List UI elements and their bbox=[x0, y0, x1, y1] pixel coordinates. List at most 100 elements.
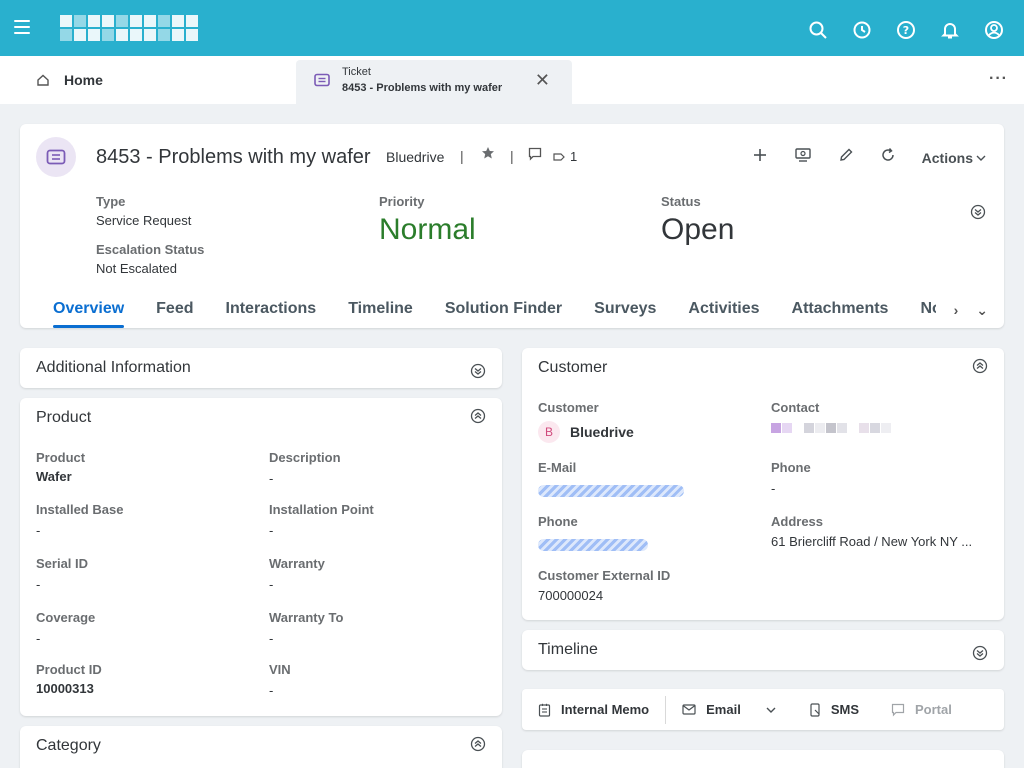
customer-field: Customer B Bluedrive bbox=[538, 400, 634, 443]
status-field: Status Open bbox=[661, 194, 734, 247]
tab-notes[interactable]: Notes bbox=[920, 300, 936, 326]
escalation-field: Escalation Status Not Escalated bbox=[96, 242, 204, 276]
customer-link[interactable]: B Bluedrive bbox=[538, 421, 634, 443]
sms-button[interactable]: SMS bbox=[793, 689, 875, 730]
field-value[interactable]: 10000313 bbox=[36, 681, 102, 696]
field-value[interactable]: Wafer bbox=[36, 469, 85, 484]
product-field-installed-base: Installed Base - bbox=[36, 502, 123, 538]
chat-icon[interactable] bbox=[528, 147, 542, 166]
list-card bbox=[522, 750, 1004, 768]
customer-avatar: B bbox=[538, 421, 560, 443]
tab-interactions[interactable]: Interactions bbox=[226, 300, 317, 326]
refresh-icon[interactable] bbox=[880, 147, 896, 168]
close-icon[interactable]: ✕ bbox=[535, 70, 550, 91]
tabs-overflow-icon[interactable]: ⌄ bbox=[976, 302, 988, 319]
user-icon[interactable] bbox=[982, 18, 1006, 42]
customer-name: Bluedrive bbox=[570, 424, 634, 440]
portal-label: Portal bbox=[914, 702, 952, 717]
field-value: - bbox=[36, 631, 41, 646]
product-field-installation-point: Installation Point - bbox=[269, 502, 374, 538]
ticket-avatar-icon bbox=[36, 137, 76, 177]
more-icon[interactable]: ··· bbox=[989, 70, 1008, 88]
additional-info-card: Additional Information bbox=[20, 348, 502, 388]
star-icon[interactable] bbox=[481, 146, 495, 165]
tab-bar: Home Ticket 8453 - Problems with my wafe… bbox=[0, 56, 1024, 104]
field-value: - bbox=[36, 523, 41, 538]
svg-text:?: ? bbox=[903, 24, 909, 37]
add-icon[interactable] bbox=[752, 147, 768, 168]
shell-bar: ? bbox=[0, 0, 1024, 56]
field-value: - bbox=[269, 523, 274, 538]
actions-label: Actions bbox=[921, 149, 973, 166]
tab-home[interactable]: Home bbox=[36, 56, 103, 104]
tab-overview[interactable]: Overview bbox=[53, 300, 125, 328]
collapse-customer-icon[interactable] bbox=[972, 358, 988, 379]
phone2-label: Phone bbox=[538, 514, 578, 529]
tab-surveys[interactable]: Surveys bbox=[594, 300, 656, 326]
field-value: - bbox=[269, 631, 274, 646]
tab-ticket[interactable]: Ticket 8453 - Problems with my wafer ✕ bbox=[296, 60, 572, 104]
comment-count[interactable]: 1 bbox=[553, 149, 577, 164]
portal-button[interactable]: Portal bbox=[875, 689, 968, 730]
tabs-scroll-right-icon[interactable]: › bbox=[954, 302, 959, 319]
product-field-description: Description - bbox=[269, 450, 341, 486]
comment-count-value: 1 bbox=[570, 149, 578, 164]
customer-label: Customer bbox=[538, 400, 599, 415]
phone-label: Phone bbox=[771, 460, 811, 475]
product-field-vin: VIN - bbox=[269, 662, 291, 698]
tab-activities[interactable]: Activities bbox=[688, 300, 759, 326]
email-button[interactable]: Email bbox=[666, 689, 793, 730]
type-label: Type bbox=[96, 194, 126, 209]
address-field: Address 61 Briercliff Road / New York NY… bbox=[771, 514, 972, 549]
collapse-category-icon[interactable] bbox=[470, 736, 486, 757]
product-field-warranty: Warranty - bbox=[269, 556, 325, 592]
notifications-icon[interactable] bbox=[938, 18, 962, 42]
tab-feed[interactable]: Feed bbox=[156, 300, 193, 326]
priority-field: Priority Normal bbox=[379, 194, 476, 247]
tab-attachments[interactable]: Attachments bbox=[792, 300, 889, 326]
tab-timeline[interactable]: Timeline bbox=[348, 300, 413, 326]
menu-icon[interactable] bbox=[14, 20, 30, 36]
chevron-down-icon[interactable] bbox=[765, 706, 777, 714]
chevron-down-icon bbox=[976, 155, 986, 161]
search-icon[interactable] bbox=[806, 18, 830, 42]
field-label: Installation Point bbox=[269, 502, 374, 517]
sms-label: SMS bbox=[830, 702, 859, 717]
field-label: Warranty bbox=[269, 556, 325, 571]
timeline-title: Timeline bbox=[538, 641, 598, 658]
field-label: Installed Base bbox=[36, 502, 124, 517]
status-label: Status bbox=[661, 194, 701, 209]
type-field: Type Service Request bbox=[96, 194, 191, 228]
portal-icon bbox=[891, 703, 905, 716]
edit-icon[interactable] bbox=[838, 147, 854, 168]
sms-icon bbox=[810, 702, 820, 717]
actions-button[interactable]: Actions bbox=[922, 150, 986, 166]
field-label: Product bbox=[36, 450, 86, 465]
category-card: Category bbox=[20, 726, 502, 768]
help-icon[interactable]: ? bbox=[894, 18, 918, 42]
collapse-icon[interactable] bbox=[470, 408, 486, 429]
expand-icon[interactable] bbox=[470, 363, 486, 384]
customer-card-title: Customer bbox=[538, 359, 608, 376]
tab-ticket-title: 8453 - Problems with my wafer bbox=[342, 82, 503, 94]
share-screen-icon[interactable] bbox=[794, 147, 812, 168]
contact-value-redacted[interactable] bbox=[771, 423, 892, 433]
field-label: Coverage bbox=[36, 610, 96, 625]
header-org-link[interactable]: Bluedrive bbox=[386, 149, 444, 165]
additional-info-title: Additional Information bbox=[36, 359, 191, 376]
expand-timeline-icon[interactable] bbox=[972, 645, 988, 666]
internal-memo-button[interactable]: Internal Memo bbox=[522, 689, 665, 730]
phone2-value-redacted[interactable] bbox=[538, 539, 648, 551]
field-label: Serial ID bbox=[36, 556, 89, 571]
email-value-redacted[interactable] bbox=[538, 485, 684, 497]
collapse-header-icon[interactable] bbox=[970, 204, 986, 225]
product-field-product-id: Product ID 10000313 bbox=[36, 662, 102, 696]
header-separator: | bbox=[460, 148, 464, 164]
tab-solution-finder[interactable]: Solution Finder bbox=[445, 300, 562, 326]
history-icon[interactable] bbox=[850, 18, 874, 42]
phone2-field: Phone bbox=[538, 514, 648, 551]
field-label: Warranty To bbox=[269, 610, 344, 625]
email-label: Email bbox=[706, 702, 741, 717]
category-title: Category bbox=[36, 737, 101, 754]
section-tabs: Overview Feed Interactions Timeline Solution… bbox=[20, 296, 936, 332]
